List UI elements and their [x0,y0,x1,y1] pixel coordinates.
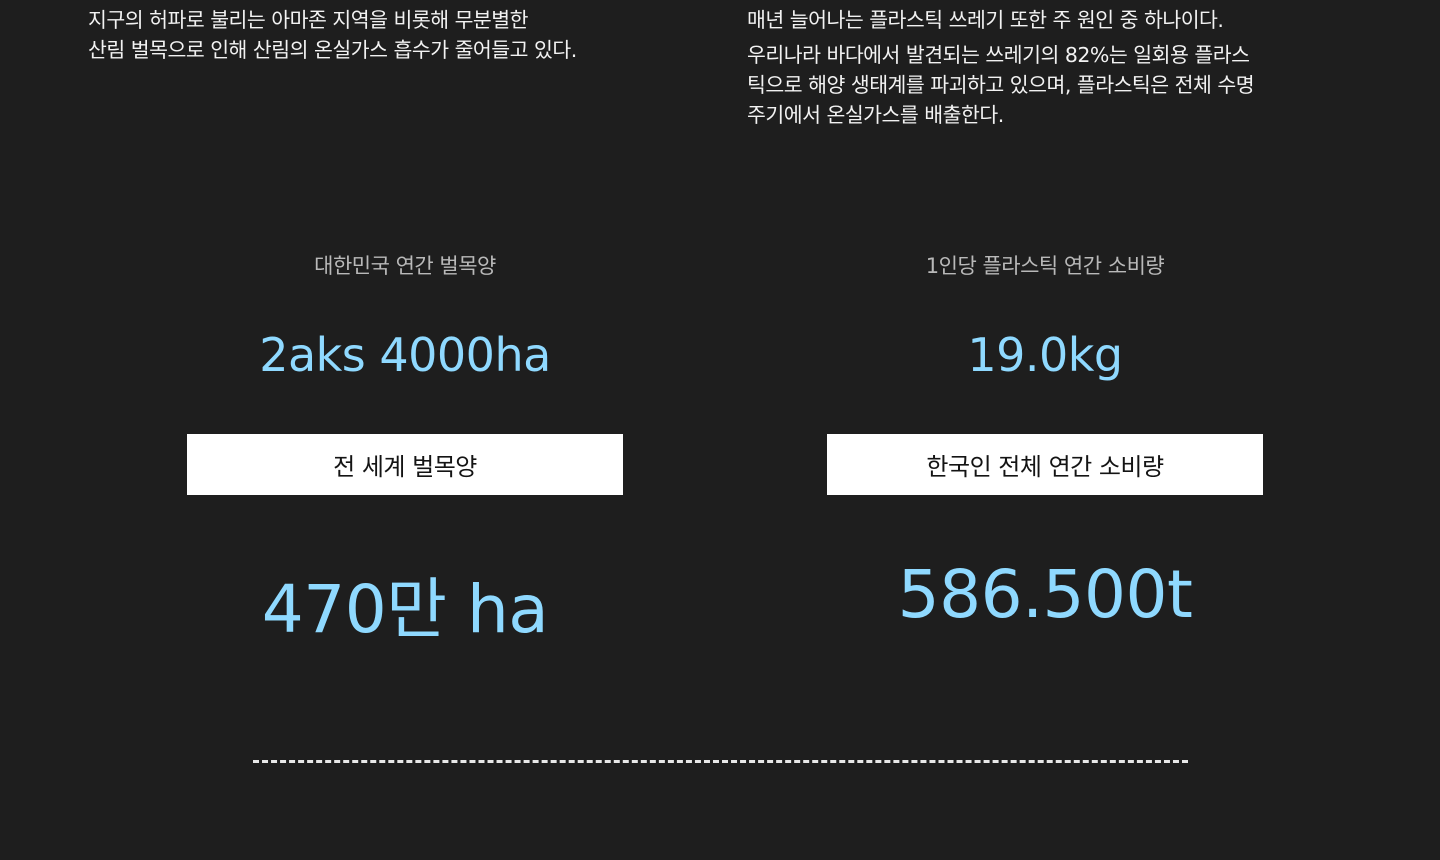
right-description-line: 틱으로 해양 생태계를 파괴하고 있으며, 플라스틱은 전체 수명 [747,73,1255,97]
right-description: 매년 늘어나는 플라스틱 쓰레기 또한 주 원인 중 하나이다. 우리나라 바다… [747,0,1367,130]
world-logging-button[interactable]: 전 세계 벌목양 [187,434,623,495]
dashed-divider [253,760,1188,763]
korea-total-consumption-button[interactable]: 한국인 전체 연간 소비량 [827,434,1263,495]
left-description-line: 지구의 허파로 불리는 아마존 지역을 비롯해 무분별한 [88,8,529,32]
left-description-line: 산림 벌목으로 인해 산림의 온실가스 흡수가 줄어들고 있다. [88,38,577,62]
world-logging-value: 470만 ha [261,571,549,648]
korea-total-consumption-value: 586.500t [897,556,1193,633]
right-description-line: 주기에서 온실가스를 배출한다. [747,103,1004,127]
korea-annual-logging-label: 대한민국 연간 벌목양 [314,254,496,278]
korea-annual-logging-value: 2aks 4000ha [259,328,551,382]
left-description: 지구의 허파로 불리는 아마존 지역을 비롯해 무분별한 산림 벌목으로 인해 … [88,0,728,65]
right-description-line: 매년 늘어나는 플라스틱 쓰레기 또한 주 원인 중 하나이다. [747,8,1224,32]
per-capita-plastic-value: 19.0kg [967,328,1123,382]
right-description-line: 우리나라 바다에서 발견되는 쓰레기의 82%는 일회용 플라스 [747,43,1250,67]
per-capita-plastic-label: 1인당 플라스틱 연간 소비량 [925,254,1165,278]
